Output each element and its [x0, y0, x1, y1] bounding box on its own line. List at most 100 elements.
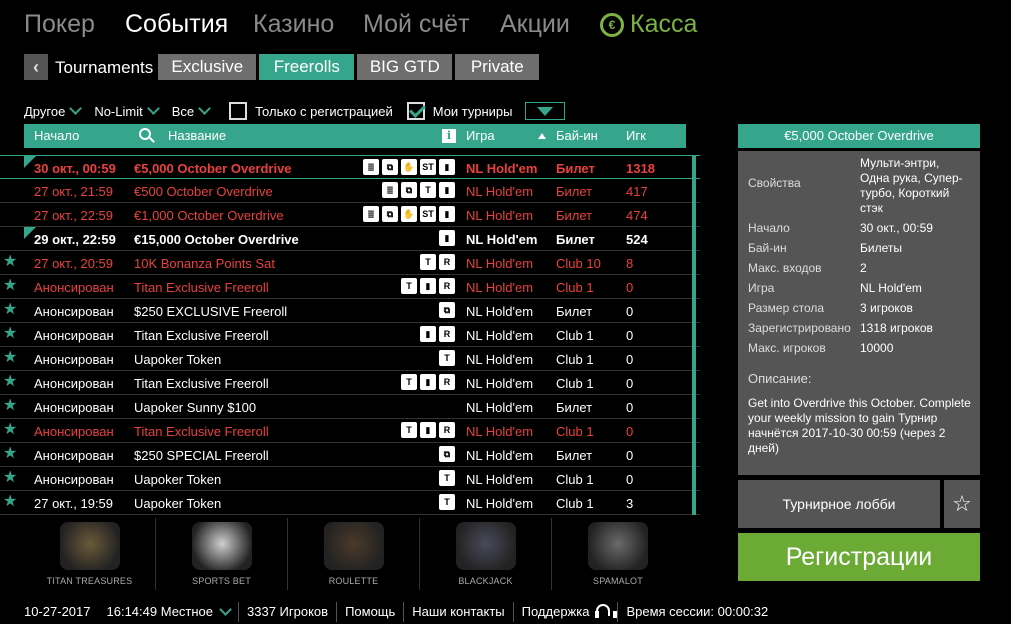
tournaments-label[interactable]: Tournaments: [51, 54, 155, 80]
row-buyin: Club 1: [556, 424, 594, 439]
badge-icon: ▮: [420, 326, 436, 342]
game-label: ROULETTE: [328, 576, 379, 586]
badge-icon: T: [439, 350, 455, 366]
star-icon[interactable]: ★: [3, 374, 17, 390]
table-row[interactable]: ★ Анонсирован Titan Exclusive Freeroll NL H…: [0, 419, 700, 443]
table-row[interactable]: 30 окт., 00:59 €5,000 October Overdrive NL…: [0, 155, 700, 179]
nav-cashier[interactable]: € Касса: [600, 10, 697, 39]
feature-badges: ⧉: [439, 446, 455, 462]
table-row[interactable]: ★ 27 окт., 19:59 Uapoker Token NL Hold'em Cl…: [0, 491, 700, 515]
row-name: Titan Exclusive Freeroll: [134, 376, 269, 391]
top-navigation: Покер События Казино Мой счёт Акции € Ка…: [0, 0, 1011, 52]
tab-private[interactable]: Private: [455, 54, 540, 80]
support-link[interactable]: Поддержка: [514, 602, 619, 622]
row-game: NL Hold'em: [466, 472, 534, 487]
detail-key: Макс. игроков: [748, 341, 826, 355]
row-buyin: Club 1: [556, 352, 594, 367]
header-players[interactable]: Игк: [626, 128, 646, 143]
badge-icon: ⧉: [382, 206, 398, 222]
table-row[interactable]: ★ Анонсирован Titan Exclusive Freeroll NL H…: [0, 275, 700, 299]
cashier-label: Касса: [630, 10, 698, 38]
feature-badges: ≣ ⧉ T ▮: [382, 182, 455, 198]
header-buyin[interactable]: Бай-ин: [556, 128, 598, 143]
badge-icon: ✋: [401, 159, 417, 175]
registered-only-checkbox[interactable]: [229, 102, 248, 120]
tab-big-gtd[interactable]: BIG GTD: [357, 54, 453, 80]
badge-icon: ▮: [439, 182, 455, 198]
star-icon[interactable]: ★: [3, 422, 17, 438]
filter-all-dropdown[interactable]: Все: [172, 102, 211, 119]
star-icon[interactable]: ★: [3, 494, 17, 510]
header-game[interactable]: Игра: [466, 128, 495, 143]
scrollbar[interactable]: [692, 155, 696, 515]
tab-freerolls[interactable]: Freerolls: [259, 54, 355, 80]
filter-other-dropdown[interactable]: Другое: [24, 102, 83, 119]
star-icon[interactable]: ★: [3, 350, 17, 366]
detail-value: 30 окт., 00:59: [860, 221, 933, 235]
row-name: €15,000 October Overdrive: [134, 232, 299, 247]
star-icon[interactable]: ★: [3, 302, 17, 318]
favorite-star-button[interactable]: ☆: [944, 480, 980, 528]
star-icon[interactable]: ★: [3, 470, 17, 486]
table-row[interactable]: ★ Анонсирован Uapoker Token NL Hold'em Club …: [0, 347, 700, 371]
row-buyin: Билет: [556, 208, 593, 223]
row-game: NL Hold'em: [466, 424, 534, 439]
row-name: Uapoker Token: [134, 496, 222, 511]
row-game: NL Hold'em: [466, 304, 534, 319]
game-tile[interactable]: SPAMALOT: [552, 518, 684, 590]
detail-value: 3 игроков: [860, 301, 913, 315]
nav-poker[interactable]: Покер: [24, 10, 95, 39]
tab-exclusive[interactable]: Exclusive: [158, 54, 257, 80]
badge-icon: T: [401, 278, 417, 294]
status-players: 3337 Игроков: [239, 602, 338, 622]
table-row[interactable]: ★ Анонсирован $250 EXCLUSIVE Freeroll NL Ho…: [0, 299, 700, 323]
game-tile[interactable]: BLACKJACK: [420, 518, 552, 590]
row-name: $250 EXCLUSIVE Freeroll: [134, 304, 288, 319]
nav-events[interactable]: События: [125, 10, 228, 39]
help-link[interactable]: Помощь: [337, 602, 405, 622]
row-buyin: Club 1: [556, 280, 594, 295]
status-time[interactable]: 16:14:49 Местное: [99, 602, 240, 622]
chevron-down-icon: [146, 102, 160, 115]
status-bar: 10-27-2017 16:14:49 Местное 3337 Игроков…: [0, 600, 1011, 624]
table-row[interactable]: ★ Анонсирован Titan Exclusive Freeroll NL H…: [0, 323, 700, 347]
star-icon[interactable]: ★: [3, 398, 17, 414]
sort-ascending-icon: [538, 133, 546, 139]
filter-button[interactable]: [524, 102, 565, 120]
nav-promotions[interactable]: Акции: [500, 10, 570, 39]
star-icon[interactable]: ★: [3, 254, 17, 270]
register-button[interactable]: Регистрации: [738, 533, 980, 581]
header-start[interactable]: Начало: [34, 128, 79, 143]
game-tile[interactable]: SPORTS BET: [156, 518, 288, 590]
badge-icon: R: [439, 374, 455, 390]
table-row[interactable]: ★ Анонсирован Titan Exclusive Freeroll NL H…: [0, 371, 700, 395]
row-name: Titan Exclusive Freeroll: [134, 328, 269, 343]
game-tile[interactable]: ROULETTE: [288, 518, 420, 590]
table-row[interactable]: 27 окт., 22:59 €1,000 October Overdrive NL…: [0, 203, 700, 227]
header-name[interactable]: Название: [168, 128, 226, 143]
table-row[interactable]: 29 окт., 22:59 €15,000 October Overdrive N…: [0, 227, 700, 251]
nav-account[interactable]: Мой счёт: [363, 10, 470, 39]
star-icon[interactable]: ★: [3, 278, 17, 294]
star-icon[interactable]: ★: [3, 326, 17, 342]
table-row[interactable]: 27 окт., 21:59 €500 October Overdrive NL H…: [0, 179, 700, 203]
table-row[interactable]: ★ Анонсирован Uapoker Token NL Hold'em Club …: [0, 467, 700, 491]
row-name: Titan Exclusive Freeroll: [134, 280, 269, 295]
nav-casino[interactable]: Казино: [253, 10, 334, 39]
tournament-lobby-button[interactable]: Турнирное лобби: [738, 480, 940, 528]
row-buyin: Билет: [556, 161, 595, 176]
my-tournaments-checkbox[interactable]: [406, 102, 425, 120]
contacts-link[interactable]: Наши контакты: [404, 602, 514, 622]
detail-key: Макс. входов: [748, 261, 822, 275]
search-icon[interactable]: [139, 128, 151, 140]
row-players: 417: [626, 184, 648, 199]
table-row[interactable]: ★ Анонсирован Uapoker Sunny $100 NL Hold'em…: [0, 395, 700, 419]
back-arrow-icon[interactable]: ‹: [24, 54, 48, 80]
star-icon[interactable]: ★: [3, 446, 17, 462]
info-icon[interactable]: i: [442, 129, 456, 143]
table-row[interactable]: ★ 27 окт., 20:59 10K Bonanza Points Sat NL …: [0, 251, 700, 275]
game-tile[interactable]: TITAN TREASURES: [24, 518, 156, 590]
badge-icon: T: [401, 422, 417, 438]
filter-limit-dropdown[interactable]: No-Limit: [94, 102, 160, 119]
table-row[interactable]: ★ Анонсирован $250 SPECIAL Freeroll NL Hold…: [0, 443, 700, 467]
